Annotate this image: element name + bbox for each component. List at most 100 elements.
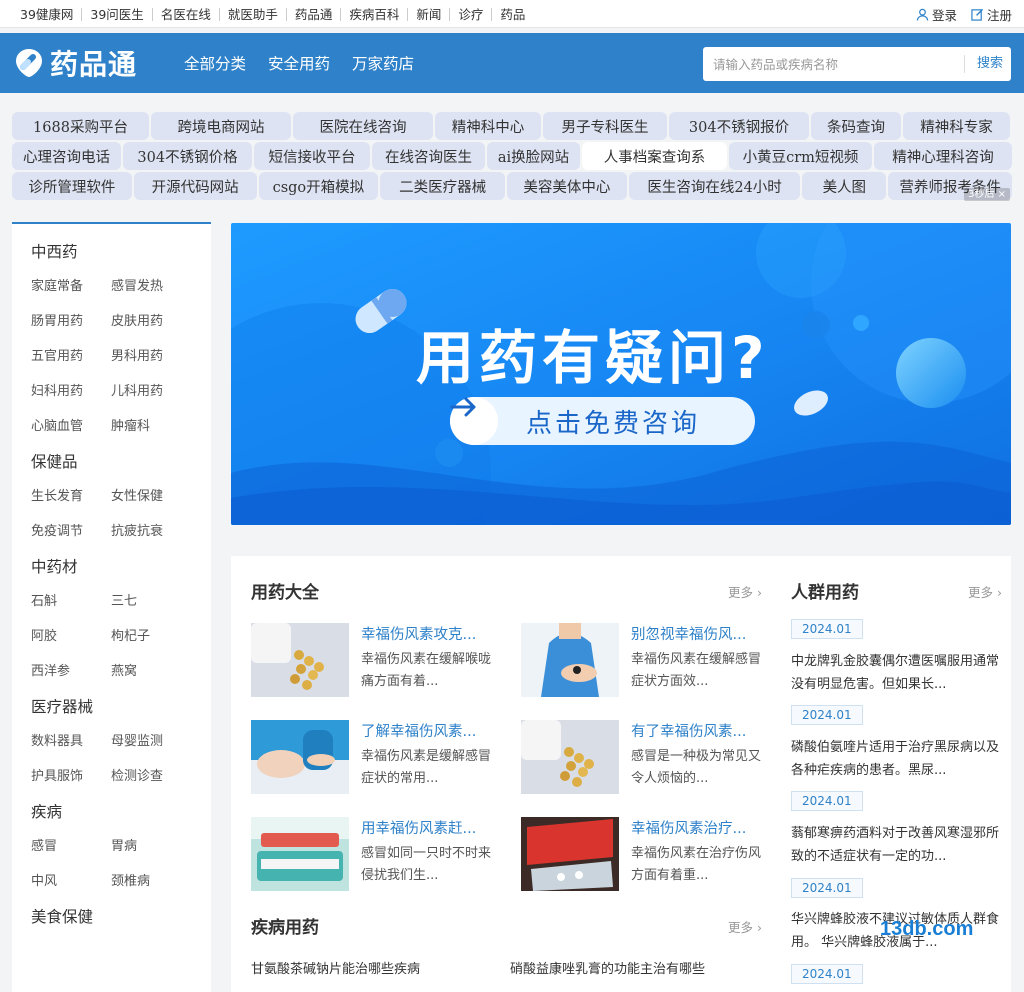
drug-card[interactable]: 有了幸福伤风素... 感冒是一种极为常见又令人烦恼的... <box>521 720 773 798</box>
tag-item[interactable]: csgo开箱模拟 <box>258 172 379 200</box>
disease-more-link[interactable]: 更多 › <box>728 917 762 936</box>
tag-item[interactable]: 美容美体中心 <box>507 172 627 200</box>
free-consult-button[interactable]: 点击免费咨询 <box>450 397 755 445</box>
top-link-drug-portal[interactable]: 药品通 <box>287 7 342 21</box>
sidebar-category-title[interactable]: 保健品 <box>31 451 211 473</box>
tag-item[interactable]: 304不锈钢报价 <box>669 112 809 140</box>
nav-pharmacies[interactable]: 万家药店 <box>352 52 414 74</box>
drug-card-desc: 幸福伤风素在治疗伤风方面有着重... <box>631 846 762 883</box>
site-watermark: 13db.com <box>880 918 974 940</box>
tag-item[interactable]: 人事档案查询系 <box>582 142 727 170</box>
sidebar-item[interactable]: 胃病 <box>111 829 191 864</box>
sidebar-category-title[interactable]: 中西药 <box>31 241 211 263</box>
tag-item[interactable]: 精神科中心 <box>435 112 541 140</box>
sidebar-item[interactable]: 皮肤用药 <box>111 304 191 339</box>
tag-item[interactable]: 诊所管理软件 <box>12 172 132 200</box>
top-link-39ask[interactable]: 39问医生 <box>82 7 153 21</box>
sidebar-item[interactable]: 石斛 <box>31 584 111 619</box>
tag-item[interactable]: 医生咨询在线24小时 <box>628 172 801 200</box>
disease-news-item[interactable]: 硝酸益康唑乳膏的功能主治有哪些 <box>510 958 705 977</box>
sidebar-category-title[interactable]: 美食保健 <box>31 906 211 928</box>
tag-item[interactable]: 短信接收平台 <box>254 142 370 170</box>
sidebar-category-title[interactable]: 疾病 <box>31 801 211 823</box>
tag-item[interactable]: 开源代码网站 <box>133 172 257 200</box>
nav-safe-medication[interactable]: 安全用药 <box>268 52 330 74</box>
sidebar-item[interactable]: 三七 <box>111 584 191 619</box>
drug-card-title[interactable]: 幸福伤风素攻克... <box>361 623 503 644</box>
drug-card-title[interactable]: 有了幸福伤风素... <box>631 720 773 741</box>
sidebar-item[interactable]: 感冒 <box>31 829 111 864</box>
tag-item[interactable]: 精神科专家 <box>903 112 1010 140</box>
sidebar-item[interactable]: 阿胶 <box>31 619 111 654</box>
disease-news-item[interactable]: 甘氨酸茶碱钠片能治哪些疾病 <box>251 958 420 977</box>
crowd-more-link[interactable]: 更多 › <box>968 582 1002 601</box>
drug-card-title[interactable]: 了解幸福伤风素... <box>361 720 503 741</box>
sidebar-item[interactable]: 数料器具 <box>31 724 111 759</box>
tag-item[interactable]: 在线咨询医生 <box>372 142 485 170</box>
sidebar-item[interactable]: 感冒发热 <box>111 269 191 304</box>
top-link-famous-doctor[interactable]: 名医在线 <box>153 7 220 21</box>
sidebar-item[interactable]: 家庭常备 <box>31 269 111 304</box>
tag-item[interactable]: 跨境电商网站 <box>151 112 291 140</box>
drug-card[interactable]: 幸福伤风素攻克... 幸福伤风素在缓解喉咙痛方面有着... <box>251 623 503 701</box>
drug-card-title[interactable]: 别忽视幸福伤风... <box>631 623 773 644</box>
top-link-medical-assistant[interactable]: 就医助手 <box>220 7 287 21</box>
drugs-more-link[interactable]: 更多 › <box>728 582 762 601</box>
sidebar-item[interactable]: 枸杞子 <box>111 619 191 654</box>
sidebar-item[interactable]: 五官用药 <box>31 339 111 374</box>
crowd-item-text[interactable]: 中龙牌乳金胶囊偶尔遭医嘱服用通常没有明显危害。但如果长... <box>791 650 1003 696</box>
top-link-diagnosis[interactable]: 诊疗 <box>450 7 493 21</box>
sidebar-item[interactable]: 免疫调节 <box>31 514 111 549</box>
drug-card[interactable]: 了解幸福伤风素... 幸福伤风素是缓解感冒症状的常用... <box>251 720 503 798</box>
tag-item[interactable]: 304不锈钢价格 <box>123 142 252 170</box>
sidebar-item[interactable]: 颈椎病 <box>111 864 191 899</box>
site-logo[interactable]: 药品通 <box>12 45 137 81</box>
crowd-item-text[interactable]: 蓊郁寒痹药酒料对于改善风寒湿邪所致的不适症状有一定的功... <box>791 822 1003 868</box>
tag-item[interactable]: 心理咨询电话 <box>12 142 121 170</box>
search-input[interactable] <box>703 47 953 81</box>
tag-item[interactable]: 医院在线咨询 <box>293 112 433 140</box>
search-button[interactable]: 搜索 <box>963 55 1003 73</box>
tag-item[interactable]: 美人图 <box>802 172 887 200</box>
top-link-39health[interactable]: 39健康网 <box>12 7 83 21</box>
sidebar-item[interactable]: 护具服饰 <box>31 759 111 794</box>
register-link[interactable]: 注册 <box>971 5 1012 24</box>
drug-card[interactable]: 别忽视幸福伤风... 幸福伤风素在缓解感冒症状方面效... <box>521 623 773 701</box>
sidebar-category-title[interactable]: 医疗器械 <box>31 696 211 718</box>
sidebar-item[interactable]: 西洋参 <box>31 654 111 689</box>
ad-close-badge[interactable]: 3秒后 × <box>964 188 1010 201</box>
sidebar-item[interactable]: 抗疲抗衰 <box>111 514 191 549</box>
drug-card-title[interactable]: 幸福伤风素治疗... <box>631 817 773 838</box>
sidebar-item[interactable]: 女性保健 <box>111 479 191 514</box>
sidebar-item[interactable]: 心脑血管 <box>31 409 111 444</box>
drug-card[interactable]: 用幸福伤风素赶... 感冒如同一只时不时来侵扰我们生... <box>251 817 503 895</box>
tag-item[interactable]: 男子专科医生 <box>543 112 667 140</box>
drug-card-title[interactable]: 用幸福伤风素赶... <box>361 817 503 838</box>
nav-all-categories[interactable]: 全部分类 <box>184 52 246 74</box>
tag-item[interactable]: 精神心理科咨询 <box>874 142 1012 170</box>
sidebar-item[interactable]: 肠胃用药 <box>31 304 111 339</box>
login-link[interactable]: 登录 <box>916 5 957 24</box>
top-link-disease-encyclopedia[interactable]: 疾病百科 <box>341 7 409 21</box>
sidebar-item[interactable]: 妇科用药 <box>31 374 111 409</box>
top-link-drugs[interactable]: 药品 <box>492 8 533 21</box>
sidebar-item[interactable]: 母婴监测 <box>111 724 191 759</box>
drugs-section-title: 用药大全 <box>251 583 319 603</box>
sidebar-item[interactable]: 男科用药 <box>111 339 191 374</box>
sidebar-item[interactable]: 儿科用药 <box>111 374 191 409</box>
top-link-news[interactable]: 新闻 <box>408 7 451 21</box>
sidebar-item[interactable]: 中风 <box>31 864 111 899</box>
sidebar-item[interactable]: 燕窝 <box>111 654 191 689</box>
sidebar-item[interactable]: 肿瘤科 <box>111 409 191 444</box>
drug-card[interactable]: 幸福伤风素治疗... 幸福伤风素在治疗伤风方面有着重... <box>521 817 773 895</box>
consult-banner[interactable]: 用药有疑问? 点击免费咨询 <box>231 223 1011 525</box>
tag-item[interactable]: ai换脸网站 <box>487 142 580 170</box>
sidebar-item[interactable]: 检测诊查 <box>111 759 191 794</box>
tag-item[interactable]: 二类医疗器械 <box>380 172 505 200</box>
crowd-item-text[interactable]: 磷酸伯氨喹片适用于治疗黑尿病以及各种疟疾病的患者。黑尿... <box>791 736 1003 782</box>
tag-item[interactable]: 1688采购平台 <box>12 112 149 140</box>
sidebar-category-title[interactable]: 中药材 <box>31 556 211 578</box>
sidebar-item[interactable]: 生长发育 <box>31 479 111 514</box>
tag-item[interactable]: 小黄豆crm短视频 <box>729 142 872 170</box>
tag-item[interactable]: 条码查询 <box>811 112 901 140</box>
